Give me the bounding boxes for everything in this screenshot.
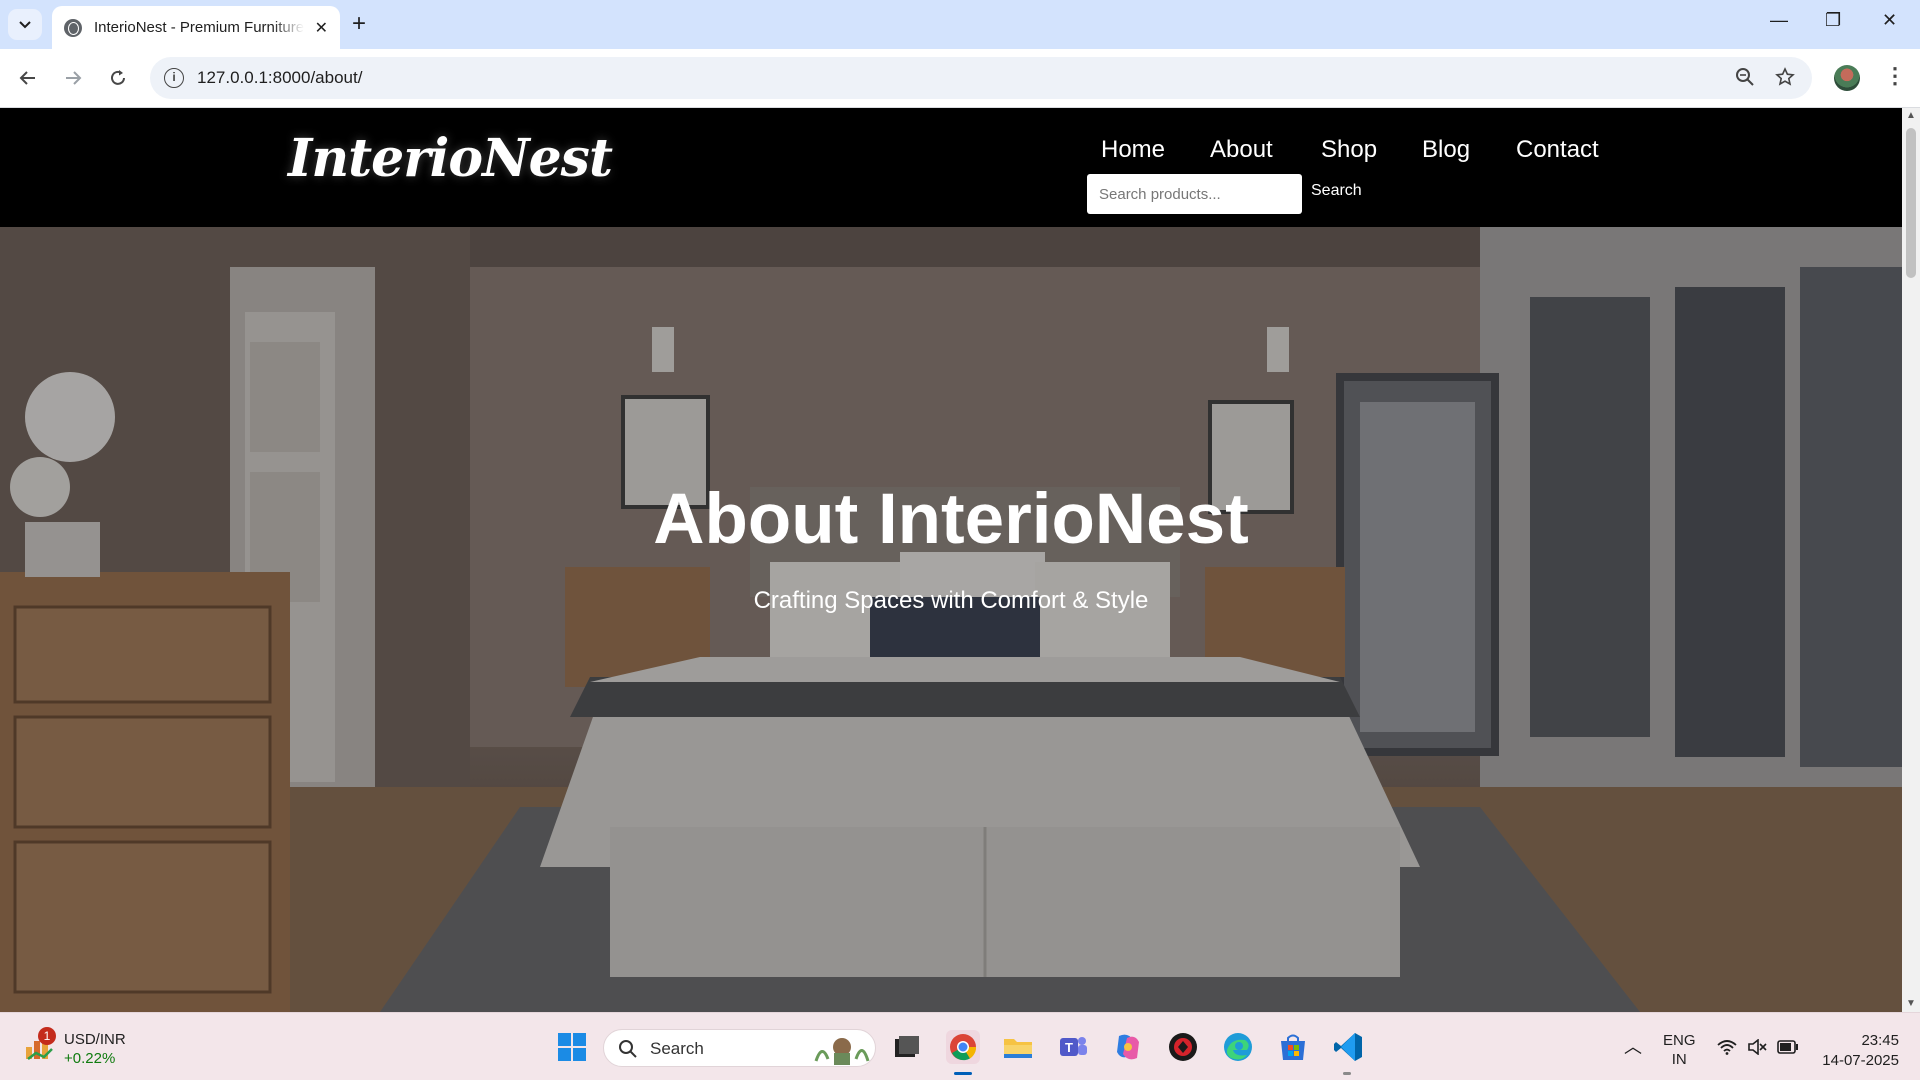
speaker-muted-icon[interactable]: [1747, 1039, 1767, 1055]
language-code: ENG: [1663, 1032, 1696, 1049]
input-language-indicator[interactable]: ENG IN: [1663, 1031, 1696, 1069]
search-highlight-illustration-icon: [814, 1038, 870, 1065]
vscode-icon[interactable]: [1331, 1030, 1365, 1064]
nav-shop[interactable]: Shop: [1321, 136, 1377, 164]
nav-about[interactable]: About: [1210, 136, 1273, 164]
nav-contact[interactable]: Contact: [1516, 136, 1599, 164]
chrome-icon[interactable]: [946, 1030, 980, 1064]
product-search-input[interactable]: [1087, 174, 1302, 214]
page-scrollbar[interactable]: ▲ ▼: [1902, 108, 1920, 1012]
tab-title: InterioNest - Premium Furniture: [94, 19, 304, 36]
security-app-icon[interactable]: [1166, 1030, 1200, 1064]
restore-icon[interactable]: ❐: [1825, 10, 1841, 31]
hero-subtitle: Crafting Spaces with Comfort & Style: [753, 587, 1149, 614]
windows-start-icon[interactable]: [555, 1030, 589, 1064]
svg-text:T: T: [1065, 1040, 1073, 1055]
clock-time: 23:45: [1861, 1032, 1899, 1049]
show-hidden-icons-chevron-icon[interactable]: ︿: [1624, 1033, 1642, 1059]
page-viewport: InterioNest Home About Shop Blog Contact…: [0, 108, 1902, 1012]
chrome-active-indicator: [954, 1072, 972, 1075]
search-icon: [619, 1040, 637, 1058]
arrow-right-icon: [66, 71, 82, 85]
new-tab-button[interactable]: +: [352, 11, 366, 37]
taskbar-search-box[interactable]: Search: [603, 1029, 876, 1067]
hero-dark-overlay: [0, 227, 1902, 1012]
region-code: IN: [1671, 1051, 1687, 1068]
forward-button[interactable]: [59, 64, 87, 92]
task-view-icon[interactable]: [890, 1030, 924, 1064]
browser-tab-active[interactable]: InterioNest - Premium Furniture ✕: [52, 6, 340, 49]
search-button[interactable]: Search: [1311, 182, 1362, 200]
notification-badge: 1: [38, 1027, 56, 1045]
browser-menu-icon[interactable]: ⋮: [1884, 63, 1906, 89]
hero-banner: About InterioNest Crafting Spaces with C…: [0, 227, 1902, 1012]
site-logo[interactable]: InterioNest: [288, 128, 613, 189]
scrollbar-thumb[interactable]: [1906, 128, 1916, 278]
profile-avatar[interactable]: [1834, 65, 1860, 91]
scroll-up-icon[interactable]: ▲: [1906, 110, 1916, 121]
reload-button[interactable]: [104, 64, 132, 92]
browser-toolbar: i 127.0.0.1:8000/about/ ⋮: [0, 49, 1920, 108]
reload-icon: [111, 70, 125, 85]
copilot-icon[interactable]: [1111, 1030, 1145, 1064]
taskbar-search-label: Search: [650, 1039, 704, 1058]
currency-ticker[interactable]: USD/INR +0.22%: [64, 1031, 126, 1067]
microsoft-store-icon[interactable]: [1276, 1030, 1310, 1064]
address-bar[interactable]: i 127.0.0.1:8000/about/: [150, 57, 1812, 99]
nav-blog[interactable]: Blog: [1422, 136, 1470, 164]
tab-search-button[interactable]: [8, 9, 42, 40]
globe-icon: [64, 18, 82, 37]
back-button[interactable]: [14, 64, 42, 92]
browser-tab-bar: InterioNest - Premium Furniture ✕ + — ❐ …: [0, 0, 1920, 49]
teams-icon[interactable]: T: [1056, 1030, 1090, 1064]
scroll-down-icon[interactable]: ▼: [1906, 998, 1916, 1009]
bookmark-star-icon[interactable]: [1775, 67, 1795, 93]
site-info-icon[interactable]: i: [164, 68, 184, 88]
hero-title: About InterioNest: [653, 480, 1249, 559]
system-clock[interactable]: 23:45 14-07-2025: [1815, 1031, 1899, 1071]
clock-date: 14-07-2025: [1822, 1052, 1899, 1069]
battery-icon[interactable]: [1777, 1040, 1799, 1054]
url-text[interactable]: 127.0.0.1:8000/about/: [197, 68, 362, 88]
ticker-name: USD/INR: [64, 1031, 126, 1048]
windows-taskbar: 1 USD/INR +0.22% Search T ︿ ENG IN 23:45…: [0, 1012, 1920, 1080]
close-window-icon[interactable]: ✕: [1882, 10, 1897, 31]
site-header: InterioNest Home About Shop Blog Contact…: [0, 108, 1902, 227]
arrow-left-icon: [19, 71, 35, 85]
wifi-icon[interactable]: [1717, 1039, 1737, 1055]
minimize-icon[interactable]: —: [1770, 10, 1788, 31]
file-explorer-icon[interactable]: [1001, 1030, 1035, 1064]
edge-icon[interactable]: [1221, 1030, 1255, 1064]
vscode-running-indicator: [1343, 1072, 1351, 1075]
nav-home[interactable]: Home: [1101, 136, 1165, 164]
chevron-down-icon: [19, 20, 31, 28]
zoom-icon[interactable]: [1735, 67, 1755, 93]
ticker-change: +0.22%: [64, 1050, 116, 1067]
close-tab-icon[interactable]: ✕: [315, 18, 328, 38]
